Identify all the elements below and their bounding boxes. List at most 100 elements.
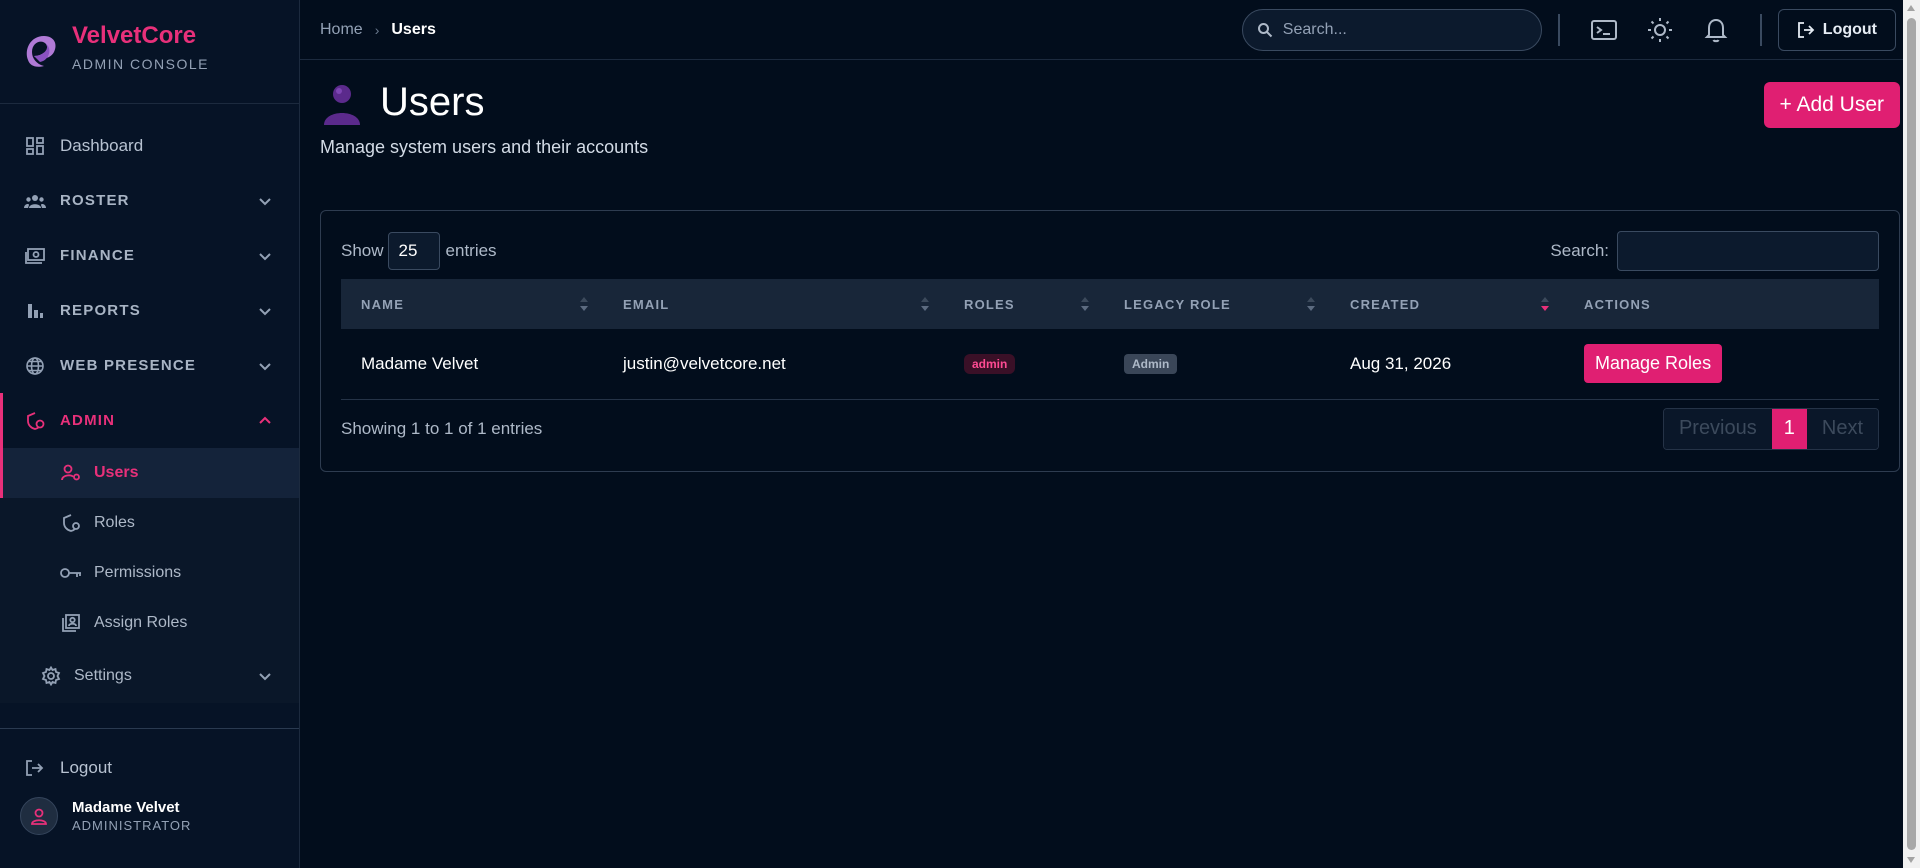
sidebar-section-web-presence[interactable]: WEB PRESENCE <box>0 338 299 393</box>
topbar-actions: Search... Logout <box>1241 9 1896 51</box>
sort-icon <box>921 297 929 311</box>
title-row: Users <box>320 80 1900 125</box>
page-title: Users <box>380 80 485 124</box>
column-header-actions: ACTIONS <box>1564 279 1879 329</box>
terminal-button[interactable] <box>1586 12 1622 48</box>
scroll-down-arrow-icon[interactable] <box>1907 857 1915 863</box>
sidebar-item-dashboard[interactable]: Dashboard <box>0 118 299 173</box>
brand[interactable]: VelvetCore ADMIN CONSOLE <box>0 0 299 104</box>
sidebar-logout-button[interactable]: Logout <box>0 729 299 779</box>
table-footer: Showing 1 to 1 of 1 entries Previous 1 N… <box>341 407 1879 450</box>
pagination-page[interactable]: 1 <box>1771 408 1807 449</box>
global-search-input[interactable]: Search... <box>1241 9 1542 51</box>
vertical-scrollbar[interactable] <box>1903 0 1920 868</box>
chevron-down-icon <box>259 307 271 315</box>
sidebar-section-reports[interactable]: REPORTS <box>0 283 299 338</box>
sidebar-logout-label: Logout <box>60 758 112 777</box>
table-info: Showing 1 to 1 of 1 entries <box>341 418 543 438</box>
column-header-label: NAME <box>361 296 405 312</box>
breadcrumb-home[interactable]: Home <box>320 21 363 39</box>
sidebar-item-settings[interactable]: Settings <box>0 648 299 703</box>
theme-toggle-button[interactable] <box>1642 12 1678 48</box>
cell-actions: Manage Roles <box>1564 329 1879 399</box>
chevron-down-icon <box>259 672 271 680</box>
pagination-next[interactable]: Next <box>1806 408 1878 449</box>
pagination-previous[interactable]: Previous <box>1663 408 1772 449</box>
column-header-label: CREATED <box>1350 296 1421 312</box>
page-description: Manage system users and their accounts <box>320 137 649 157</box>
logout-icon <box>24 757 46 779</box>
sidebar-section-admin[interactable]: ADMIN <box>0 393 299 448</box>
role-badge: admin <box>964 354 1016 375</box>
cell-legacy-role: Admin <box>1104 329 1330 399</box>
sidebar-item-roles[interactable]: Roles <box>0 498 299 548</box>
bell-icon <box>1704 18 1728 43</box>
sidebar-item-label: Permissions <box>94 564 182 581</box>
sidebar-section-roster[interactable]: ROSTER <box>0 173 299 228</box>
entries-selector: Show 25 entries <box>341 232 497 270</box>
logout-label: Logout <box>1822 21 1877 38</box>
add-user-button[interactable]: + Add User <box>1763 82 1900 128</box>
entries-select[interactable]: 25 <box>387 232 440 270</box>
user-gear-icon <box>60 462 82 484</box>
table-search-label: Search: <box>1550 241 1609 260</box>
sidebar-item-label: Dashboard <box>60 135 144 155</box>
sidebar-item-label: Assign Roles <box>94 614 188 631</box>
legacy-role-badge: Admin <box>1124 354 1178 375</box>
divider <box>1759 14 1762 46</box>
column-header-label: ROLES <box>964 296 1015 312</box>
sidebar-item-label: ADMIN <box>60 412 116 429</box>
chevron-up-icon <box>259 416 271 424</box>
table-controls: Show 25 entries Search: <box>341 231 1879 271</box>
assign-user-icon <box>60 612 82 634</box>
sidebar-item-users[interactable]: Users <box>0 448 299 498</box>
column-header-legacy-role[interactable]: LEGACY ROLE <box>1104 279 1330 329</box>
table-row: Madame Velvet justin@velvetcore.net admi… <box>341 329 1879 399</box>
notifications-button[interactable] <box>1698 12 1734 48</box>
sidebar-item-assign-roles[interactable]: Assign Roles <box>0 598 299 648</box>
sidebar-item-label: REPORTS <box>60 302 141 319</box>
main-content: Home › Users Search... Logout Users Mana… <box>300 0 1920 868</box>
cell-created: Aug 31, 2026 <box>1350 353 1452 373</box>
logout-icon <box>1797 21 1815 39</box>
column-header-roles[interactable]: ROLES <box>944 279 1104 329</box>
sun-icon <box>1647 18 1672 42</box>
velvet-logo-icon <box>26 36 56 67</box>
dashboard-icon <box>24 135 46 157</box>
user-profile[interactable]: Madame Velvet ADMINISTRATOR <box>0 779 299 835</box>
sidebar-item-label: Roles <box>94 514 135 531</box>
chevron-down-icon <box>259 362 271 370</box>
money-icon <box>24 245 46 267</box>
sort-desc-icon <box>1541 297 1549 311</box>
brand-name: VelvetCore <box>72 22 197 49</box>
scrollbar-thumb[interactable] <box>1907 18 1916 850</box>
users-table: NAME EMAIL ROLES LEGACY ROLE CREATED ACT… <box>341 279 1879 400</box>
logout-button[interactable]: Logout <box>1777 9 1896 51</box>
table-search-input[interactable] <box>1617 231 1879 271</box>
admin-submenu: Users Roles Permissions Assign Roles <box>0 448 299 648</box>
user-role: ADMINISTRATOR <box>72 818 192 833</box>
sidebar-item-permissions[interactable]: Permissions <box>0 548 299 598</box>
user-name: Madame Velvet <box>72 799 180 816</box>
column-header-email[interactable]: EMAIL <box>603 279 944 329</box>
terminal-icon <box>1590 20 1617 40</box>
show-label: Show <box>341 241 384 260</box>
shield-icon <box>60 512 82 534</box>
sidebar-section-finance[interactable]: FINANCE <box>0 228 299 283</box>
key-icon <box>60 562 82 584</box>
manage-roles-button[interactable]: Manage Roles <box>1584 344 1723 384</box>
column-header-label: LEGACY ROLE <box>1124 296 1231 312</box>
breadcrumb: Home › Users <box>320 21 436 39</box>
shield-lock-icon <box>24 410 46 432</box>
scroll-up-arrow-icon[interactable] <box>1907 5 1915 11</box>
sidebar-nav: Dashboard ROSTER FINANCE REPORTS WEB PRE… <box>0 104 299 703</box>
cell-name: Madame Velvet <box>361 353 479 373</box>
column-header-created[interactable]: CREATED <box>1330 279 1564 329</box>
app: VelvetCore ADMIN CONSOLE Dashboard ROSTE… <box>0 0 1920 868</box>
sidebar-footer: Logout Madame Velvet ADMINISTRATOR <box>0 728 299 868</box>
column-header-name[interactable]: NAME <box>341 279 603 329</box>
sidebar-item-label: ROSTER <box>60 192 130 209</box>
page-header: Users Manage system users and their acco… <box>300 60 1920 210</box>
breadcrumb-current: Users <box>391 20 436 38</box>
sort-icon <box>1081 297 1089 311</box>
